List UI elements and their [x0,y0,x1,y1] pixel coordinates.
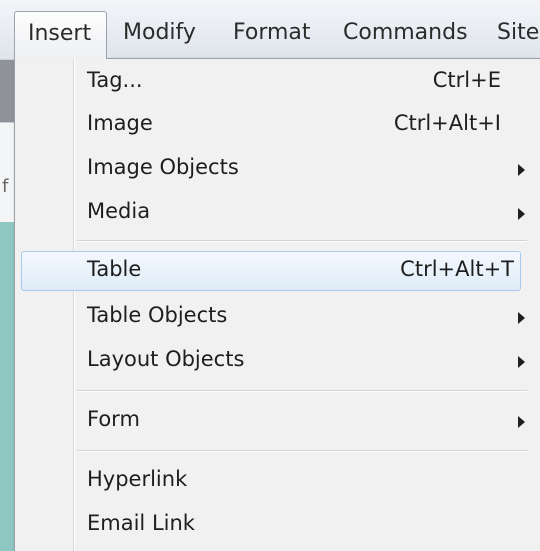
menu-item-hyperlink[interactable]: Hyperlink [15,461,540,501]
menu-item-shortcut: Ctrl+Alt+I [393,111,501,135]
menu-item-label: Layout Objects [87,347,245,371]
menu-item-table[interactable]: Table Ctrl+Alt+T [21,251,521,291]
background-side-panel [0,222,14,551]
menu-item-form[interactable]: Form [15,401,540,441]
menu-item-tag[interactable]: Tag... Ctrl+E [15,62,540,102]
chevron-right-icon [518,164,525,176]
menu-separator [77,390,527,392]
menu-item-email-link[interactable]: Email Link [15,505,540,545]
chevron-right-icon [518,208,525,220]
menu-site[interactable]: Site [497,13,539,53]
insert-dropdown-menu: Tag... Ctrl+E Image Ctrl+Alt+I Image Obj… [14,58,540,551]
chevron-right-icon [518,356,525,368]
menu-separator [77,240,527,242]
background-text-fragment: f [2,176,9,197]
menu-item-shortcut: Ctrl+E [432,68,501,92]
menu-item-label: Media [87,199,151,223]
menu-item-table-objects[interactable]: Table Objects [15,297,540,337]
menu-insert[interactable]: Insert [14,11,107,59]
menu-commands[interactable]: Commands [343,13,468,53]
chevron-right-icon [518,416,525,428]
background-toolbar [0,60,14,122]
menu-item-media[interactable]: Media [15,193,540,233]
menu-item-label: Table [87,257,142,281]
menu-item-label: Table Objects [87,303,228,327]
menu-item-label: Image [87,111,153,135]
menu-item-image-objects[interactable]: Image Objects [15,149,540,189]
menu-item-layout-objects[interactable]: Layout Objects [15,341,540,381]
menu-item-image[interactable]: Image Ctrl+Alt+I [15,105,540,145]
menu-format[interactable]: Format [233,13,311,53]
menu-modify[interactable]: Modify [123,13,196,53]
app-window: Insert Modify Format Commands Site f Tag… [0,0,540,551]
chevron-right-icon [518,312,525,324]
menu-separator [77,450,527,452]
background-panel [0,122,14,222]
menu-item-shortcut: Ctrl+Alt+T [400,257,514,281]
menu-item-label: Form [87,407,140,431]
menu-bar: Insert Modify Format Commands Site [0,0,540,60]
menu-item-label: Hyperlink [87,467,188,491]
menu-item-label: Tag... [87,68,143,92]
menu-item-label: Email Link [87,511,195,535]
menu-item-label: Image Objects [87,155,239,179]
